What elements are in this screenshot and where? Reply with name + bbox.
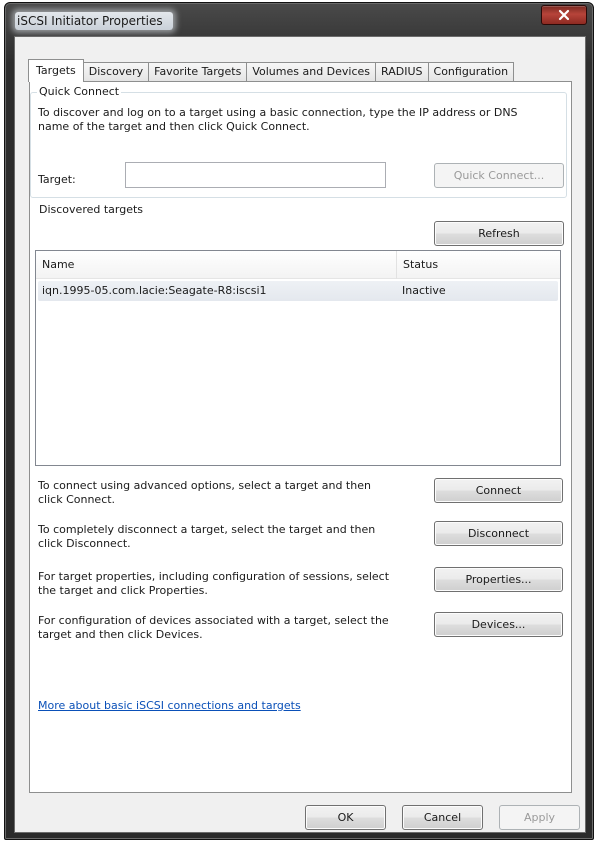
column-header-status[interactable]: Status	[396, 251, 560, 279]
quick-connect-button[interactable]: Quick Connect...	[434, 163, 564, 188]
cancel-button[interactable]: Cancel	[402, 805, 483, 830]
disconnect-description: To completely disconnect a target, selec…	[38, 523, 376, 550]
target-label: Target:	[38, 173, 76, 186]
tab-strip: Targets Discovery Favorite Targets Volum…	[28, 59, 515, 82]
title-bar[interactable]: iSCSI Initiator Properties	[5, 3, 593, 33]
properties-description: For target properties, including configu…	[38, 570, 390, 597]
list-header: Name Status	[36, 251, 560, 279]
target-status-cell: Inactive	[402, 284, 446, 297]
tab-targets[interactable]: Targets	[28, 59, 84, 82]
connect-description: To connect using advanced options, selec…	[38, 479, 371, 506]
target-input[interactable]	[125, 162, 386, 188]
target-name-cell: iqn.1995-05.com.lacie:Seagate-R8:iscsi1	[42, 284, 267, 297]
quick-connect-group-label: Quick Connect	[37, 85, 122, 98]
properties-button[interactable]: Properties...	[434, 567, 563, 592]
devices-description: For configuration of devices associated …	[38, 614, 389, 641]
title-glow: iSCSI Initiator Properties	[15, 12, 173, 30]
tab-configuration[interactable]: Configuration	[427, 62, 515, 82]
ok-button[interactable]: OK	[305, 805, 386, 830]
devices-button[interactable]: Devices...	[434, 612, 563, 637]
window-title: iSCSI Initiator Properties	[17, 14, 163, 28]
tab-radius[interactable]: RADIUS	[375, 62, 429, 82]
tab-discovery[interactable]: Discovery	[82, 62, 150, 82]
tab-favorite-targets[interactable]: Favorite Targets	[148, 62, 248, 82]
targets-list[interactable]: Name Status iqn.1995-05.com.lacie:Seagat…	[35, 250, 561, 466]
close-button[interactable]	[541, 5, 587, 25]
refresh-button[interactable]: Refresh	[434, 221, 564, 246]
connect-button[interactable]: Connect	[434, 478, 563, 503]
discovered-targets-label: Discovered targets	[37, 203, 146, 216]
tab-volumes-and-devices[interactable]: Volumes and Devices	[246, 62, 377, 82]
table-row[interactable]: iqn.1995-05.com.lacie:Seagate-R8:iscsi1 …	[38, 281, 558, 301]
quick-connect-description: To discover and log on to a target using…	[38, 106, 518, 133]
help-link[interactable]: More about basic iSCSI connections and t…	[38, 699, 301, 712]
close-icon	[558, 9, 570, 21]
disconnect-button[interactable]: Disconnect	[434, 521, 563, 546]
apply-button[interactable]: Apply	[499, 805, 580, 830]
column-header-name[interactable]: Name	[36, 251, 396, 279]
